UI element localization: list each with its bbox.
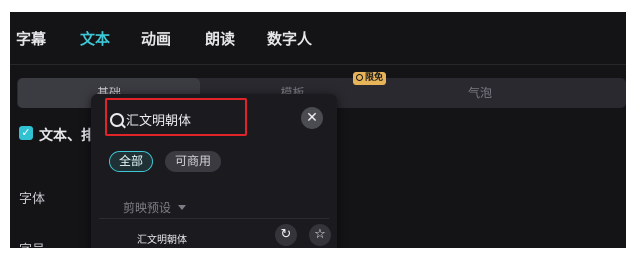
section-label: 剪映预设 bbox=[123, 201, 172, 215]
top-tab-bar: 字幕 文本 动画 朗读 数字人 bbox=[10, 12, 626, 64]
tab-subtitles[interactable]: 字幕 bbox=[16, 28, 46, 49]
font-list-item[interactable]: 汇文明朝体 ↻ ☆ bbox=[99, 219, 337, 248]
highlight-box bbox=[105, 98, 247, 136]
font-search-popup: ✕ 全部 可商用 剪映预设 汇文明朝体 ↻ ☆ bbox=[91, 94, 337, 248]
tab-divider bbox=[10, 64, 626, 65]
font-name: 汇文明朝体 bbox=[137, 235, 187, 246]
filter-all-chip[interactable]: 全部 bbox=[109, 151, 154, 172]
preset-section-dropdown[interactable]: 剪映预设 bbox=[123, 199, 187, 216]
check-icon: ✓ bbox=[21, 126, 31, 139]
tab-text[interactable]: 文本 bbox=[80, 28, 110, 49]
text-panel: 字幕 文本 动画 朗读 数字人 基础 模板 气泡 限免 ✓ 文本、排 字体 字号… bbox=[10, 12, 626, 248]
free-badge-label: 限免 bbox=[365, 73, 384, 83]
free-badge: 限免 bbox=[353, 72, 387, 85]
clock-icon bbox=[356, 74, 363, 81]
size-label: 字号 bbox=[19, 239, 45, 248]
filter-commercial-chip[interactable]: 可商用 bbox=[165, 151, 222, 172]
caret-down-icon bbox=[178, 205, 187, 210]
tab-digital-human[interactable]: 数字人 bbox=[267, 28, 312, 49]
close-icon[interactable]: ✕ bbox=[301, 107, 323, 129]
tab-animation[interactable]: 动画 bbox=[141, 28, 171, 49]
font-label: 字体 bbox=[19, 192, 46, 207]
checkbox-label: 文本、排 bbox=[39, 128, 95, 144]
star-icon[interactable]: ☆ bbox=[309, 224, 331, 246]
text-layout-checkbox[interactable]: ✓ bbox=[19, 126, 33, 140]
subtab-bubbles[interactable]: 气泡 bbox=[385, 78, 575, 108]
tab-read-aloud[interactable]: 朗读 bbox=[205, 28, 235, 49]
download-icon[interactable]: ↻ bbox=[275, 224, 297, 246]
